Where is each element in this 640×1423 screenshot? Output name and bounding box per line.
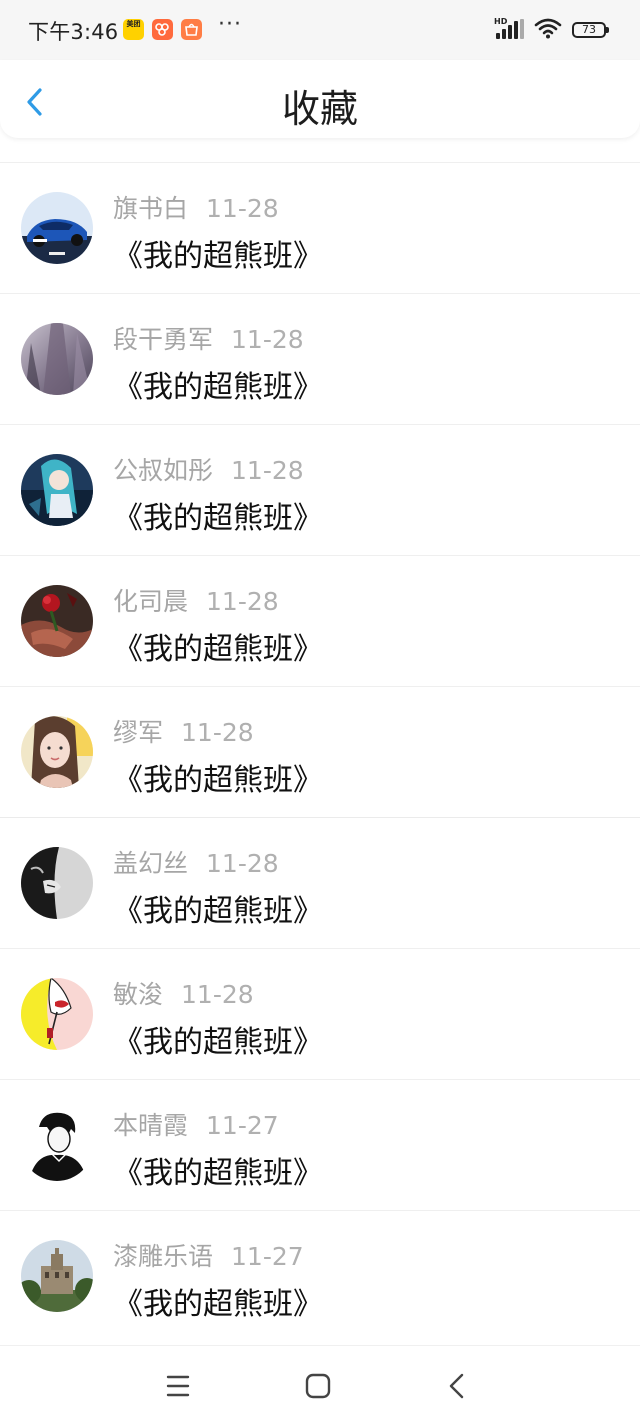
item-date: 11-28 <box>181 980 254 1009</box>
user-name: 敏浚 <box>113 980 164 1009</box>
user-name: 旗书白 <box>113 194 189 223</box>
avatar[interactable] <box>21 978 93 1050</box>
list-item[interactable]: 化司晨 11-28 《我的超熊班》 <box>0 555 640 686</box>
item-title: 《我的超熊班》 <box>113 1287 323 1322</box>
back-icon <box>449 1373 464 1399</box>
status-bar: 下午3:46 美团 ··· HD 73 <box>0 0 640 60</box>
shopping-app-icon <box>181 19 202 40</box>
app-notification-icon <box>152 19 173 40</box>
avatar[interactable] <box>21 847 93 919</box>
meituan-app-icon: 美团 <box>123 19 144 40</box>
item-title: 《我的超熊班》 <box>113 1156 323 1191</box>
item-meta: 缪军 11-28 <box>113 713 254 749</box>
item-title: 《我的超熊班》 <box>113 632 323 667</box>
signal-icon: HD <box>494 17 524 41</box>
list-item[interactable]: 缪军 11-28 《我的超熊班》 <box>0 686 640 817</box>
avatar[interactable] <box>21 585 93 657</box>
list-item[interactable]: 敏浚 11-28 《我的超熊班》 <box>0 948 640 1079</box>
item-date: 11-28 <box>181 718 254 747</box>
item-date: 11-28 <box>231 456 304 485</box>
item-meta: 漆雕乐语 11-27 <box>113 1237 304 1273</box>
item-title: 《我的超熊班》 <box>113 1025 323 1060</box>
avatar[interactable] <box>21 1240 93 1312</box>
user-name: 盖幻丝 <box>113 849 189 878</box>
user-name: 段干勇军 <box>113 325 214 354</box>
status-time: 下午3:46 <box>28 20 119 44</box>
system-nav-bar <box>0 1345 640 1423</box>
header: 收藏 <box>0 60 640 138</box>
list-item[interactable]: 本晴霞 11-27 《我的超熊班》 <box>0 1079 640 1210</box>
item-title: 《我的超熊班》 <box>113 370 323 405</box>
avatar[interactable] <box>21 323 93 395</box>
list-item[interactable]: 盖幻丝 11-28 《我的超熊班》 <box>0 817 640 948</box>
battery-icon: 73 <box>572 22 609 38</box>
item-meta: 旗书白 11-28 <box>113 189 279 225</box>
item-meta: 本晴霞 11-27 <box>113 1106 279 1142</box>
avatar[interactable] <box>21 192 93 264</box>
user-name: 本晴霞 <box>113 1111 189 1140</box>
item-date: 11-28 <box>206 194 279 223</box>
item-meta: 盖幻丝 11-28 <box>113 844 279 880</box>
user-name: 公叔如彤 <box>113 456 214 485</box>
item-title: 《我的超熊班》 <box>113 501 323 536</box>
item-date: 11-28 <box>231 325 304 354</box>
menu-icon <box>166 1375 190 1397</box>
avatar[interactable] <box>21 454 93 526</box>
item-title: 《我的超熊班》 <box>113 763 323 798</box>
battery-level: 73 <box>582 23 596 36</box>
nav-back-button[interactable] <box>440 1368 476 1404</box>
item-meta: 敏浚 11-28 <box>113 975 254 1011</box>
item-date: 11-27 <box>206 1111 279 1140</box>
avatar[interactable] <box>21 1109 93 1181</box>
user-name: 缪军 <box>113 718 164 747</box>
list-item[interactable]: 漆雕乐语 11-27 《我的超熊班》 <box>0 1210 640 1341</box>
list-item[interactable]: 公叔如彤 11-28 《我的超熊班》 <box>0 424 640 555</box>
more-notifications-icon: ··· <box>218 12 242 37</box>
page-title: 收藏 <box>281 87 358 131</box>
item-title: 《我的超熊班》 <box>113 239 323 274</box>
item-meta: 化司晨 11-28 <box>113 582 279 618</box>
home-button[interactable] <box>300 1368 336 1404</box>
avatar[interactable] <box>21 716 93 788</box>
list-item[interactable]: 段干勇军 11-28 《我的超熊班》 <box>0 293 640 424</box>
favorites-list: 旗书白 11-28 《我的超熊班》 段干勇军 11-28 《我的超熊班》 公叔如… <box>0 162 640 1341</box>
item-meta: 公叔如彤 11-28 <box>113 451 304 487</box>
item-date: 11-28 <box>206 849 279 878</box>
user-name: 化司晨 <box>113 587 189 616</box>
item-title: 《我的超熊班》 <box>113 894 323 929</box>
item-date: 11-27 <box>231 1242 304 1271</box>
item-meta: 段干勇军 11-28 <box>113 320 304 356</box>
home-icon <box>305 1373 331 1399</box>
user-name: 漆雕乐语 <box>113 1242 214 1271</box>
list-item[interactable]: 旗书白 11-28 《我的超熊班》 <box>0 162 640 293</box>
item-date: 11-28 <box>206 587 279 616</box>
wifi-icon <box>534 17 562 43</box>
menu-button[interactable] <box>160 1368 196 1404</box>
